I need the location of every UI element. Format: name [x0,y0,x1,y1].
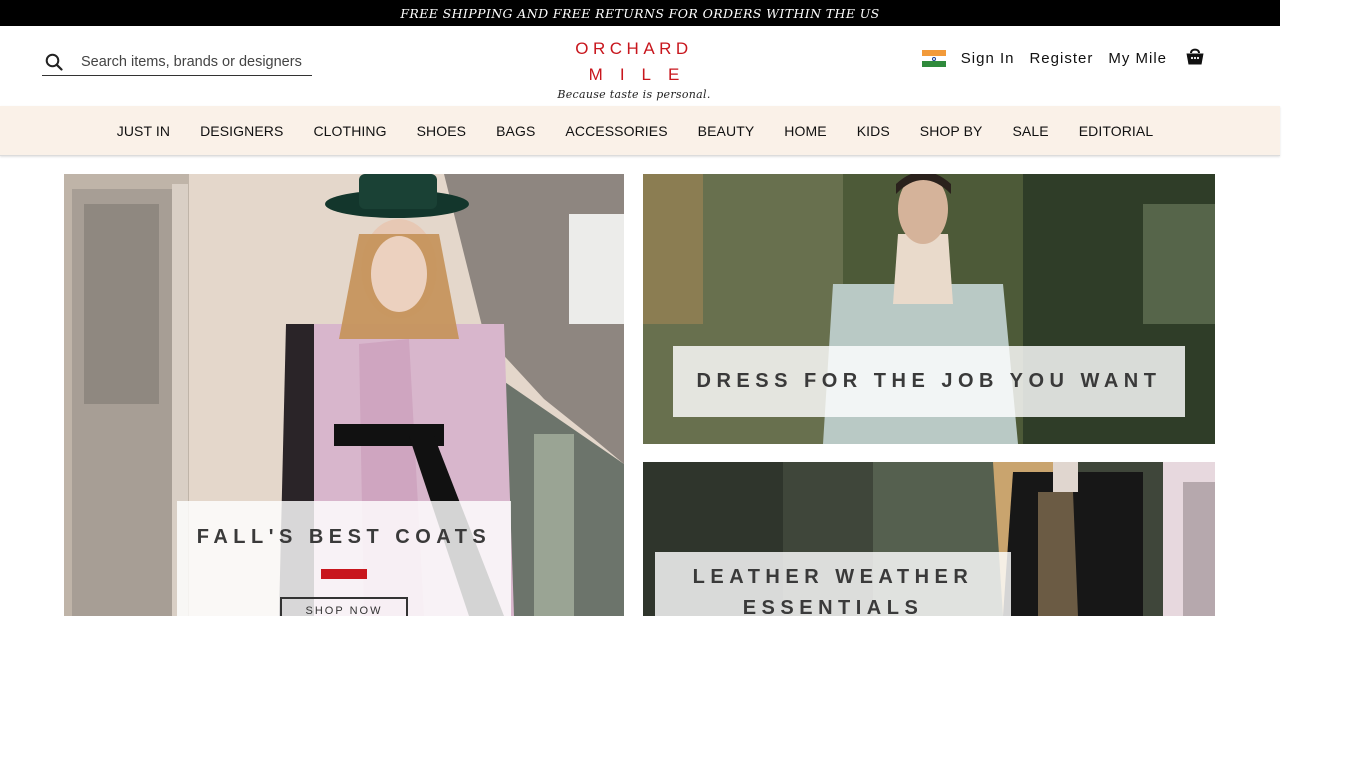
search-icon[interactable] [44,52,64,72]
leather-title-line-1: LEATHER WEATHER [692,566,974,588]
shopping-bag-icon[interactable] [1184,45,1206,67]
promo-tile-dress-for-job[interactable]: DRESS FOR THE JOB YOU WANT [643,174,1215,444]
nav-item-home[interactable]: HOME [769,123,841,139]
register-link[interactable]: Register [1029,50,1093,67]
logo-line-1: ORCHARD [575,39,693,58]
promo-banner: FREE SHIPPING AND FREE RETURNS FOR ORDER… [0,0,1280,26]
promo-text: FREE SHIPPING AND FREE RETURNS FOR ORDER… [400,5,880,21]
nav-item-shop-by[interactable]: SHOP BY [905,123,998,139]
leather-title-line-2: ESSENTIALS [742,597,924,616]
site-header: ORCHARD MILE Because taste is personal. … [0,26,1280,106]
promo-tile-leather-weather[interactable]: LEATHER WEATHER ESSENTIALS [643,462,1215,616]
logo-line-2: MILE [588,65,697,84]
dress-title: DRESS FOR THE JOB YOU WANT [696,370,1162,392]
logo-tagline: Because taste is personal. [557,88,711,101]
nav-item-beauty[interactable]: BEAUTY [683,123,770,139]
shop-now-button[interactable]: SHOP NOW [279,597,409,616]
sign-in-link[interactable]: Sign In [961,50,1015,67]
search-bar[interactable] [42,48,312,76]
red-divider [321,569,367,579]
main-nav: JUST IN DESIGNERS CLOTHING SHOES BAGS ACCESSO… [0,106,1280,156]
nav-item-bags[interactable]: BAGS [481,123,550,139]
india-flag-icon[interactable] [921,50,946,68]
coats-title: FALL'S BEST COATS [196,526,492,548]
search-input[interactable] [81,53,311,70]
account-links: Sign In Register My Mile [921,48,1206,68]
coats-caption: FALL'S BEST COATS SHOP NOW [177,501,511,616]
nav-item-kids[interactable]: KIDS [842,123,905,139]
nav-item-just-in[interactable]: JUST IN [117,123,185,139]
nav-item-editorial[interactable]: EDITORIAL [1064,123,1169,139]
site-logo[interactable]: ORCHARD MILE Because taste is personal. [550,36,718,101]
promo-tile-coats[interactable]: FALL'S BEST COATS SHOP NOW [64,174,624,616]
nav-item-accessories[interactable]: ACCESSORIES [550,123,682,139]
nav-item-shoes[interactable]: SHOES [402,123,482,139]
nav-item-clothing[interactable]: CLOTHING [298,123,401,139]
leather-caption: LEATHER WEATHER ESSENTIALS [655,552,1011,616]
page: FREE SHIPPING AND FREE RETURNS FOR ORDER… [0,0,1280,768]
nav-item-sale[interactable]: SALE [997,123,1063,139]
dress-caption: DRESS FOR THE JOB YOU WANT [673,346,1185,417]
nav-item-designers[interactable]: DESIGNERS [185,123,298,139]
my-mile-link[interactable]: My Mile [1108,50,1167,67]
